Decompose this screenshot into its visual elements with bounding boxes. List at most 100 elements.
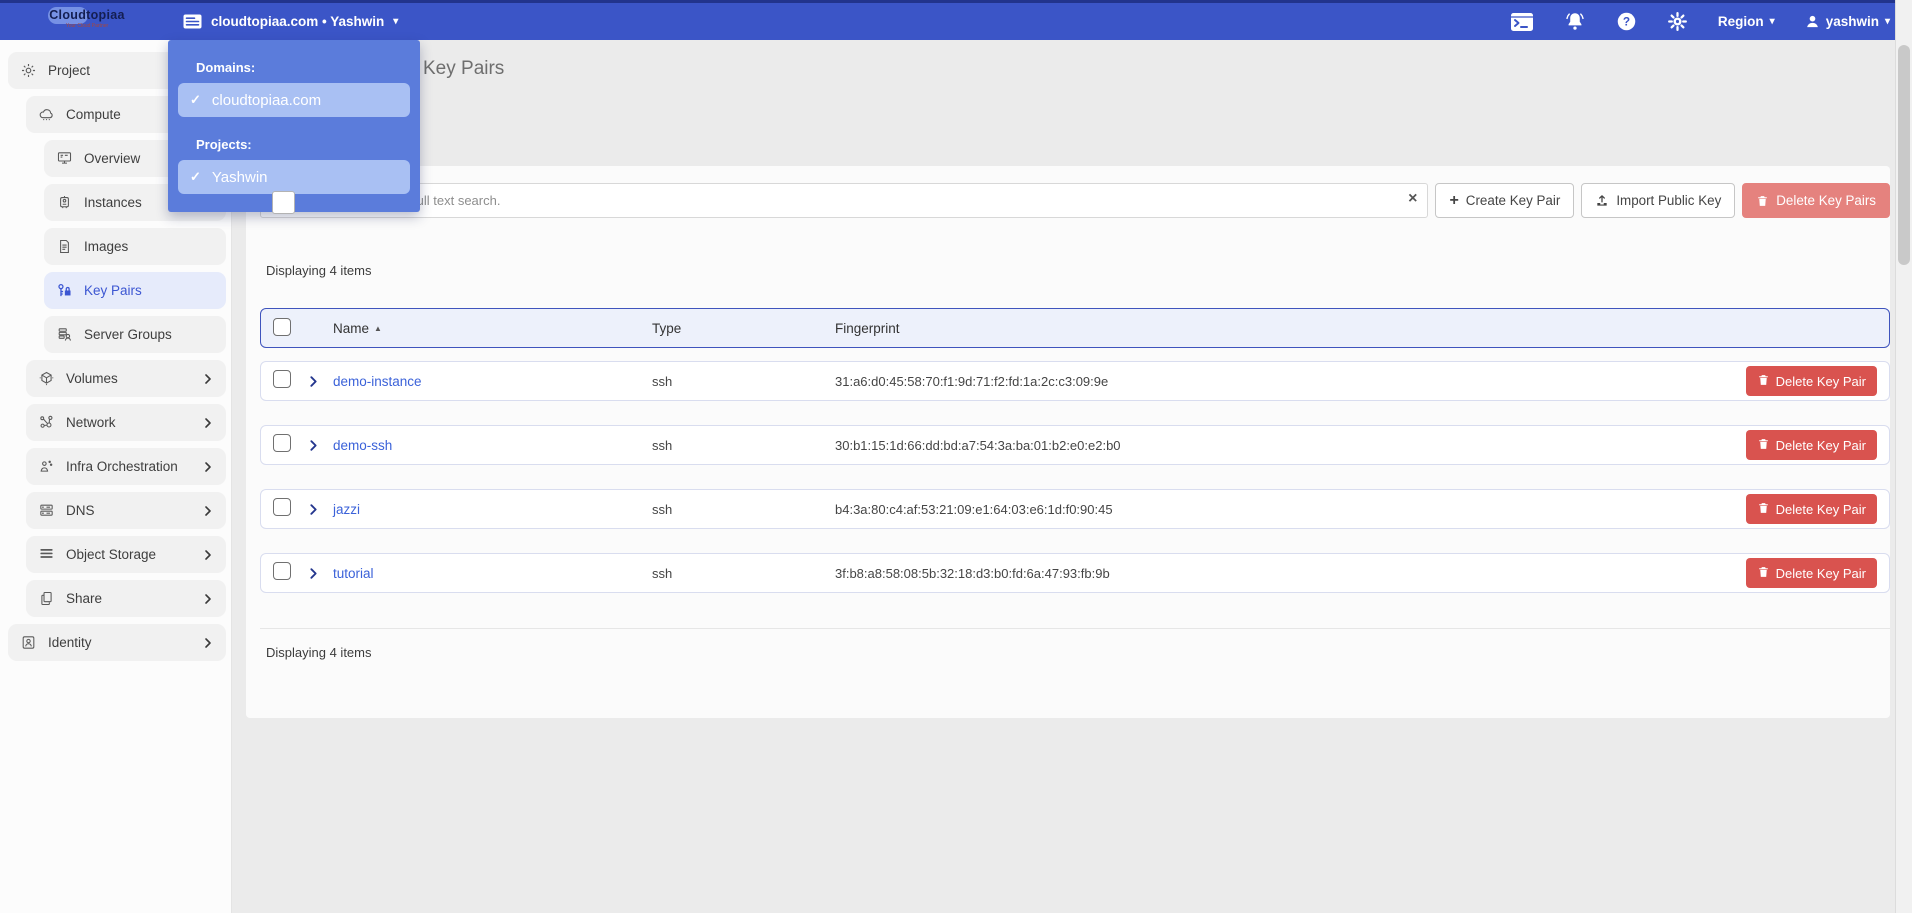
page-title: Key Pairs xyxy=(423,58,504,80)
create-key-pair-button[interactable]: + Create Key Pair xyxy=(1435,183,1574,218)
sidebar-item-dns[interactable]: DNS xyxy=(26,492,226,529)
svg-text:?: ? xyxy=(1623,15,1630,29)
search-input[interactable] xyxy=(261,184,1427,217)
row-checkbox[interactable] xyxy=(273,370,291,388)
keypair-name-link[interactable]: tutorial xyxy=(333,566,652,581)
clear-search-icon[interactable]: × xyxy=(1408,191,1417,207)
check-icon: ✓ xyxy=(190,92,201,108)
logo-text: Cloudtopiaa xyxy=(28,8,146,23)
keypairs-icon xyxy=(56,282,73,299)
sidebar-item-object-storage[interactable]: Object Storage xyxy=(26,536,226,573)
caret-down-icon: ▾ xyxy=(393,17,398,27)
table-row-jazzi: jazzisshb4:3a:80:c4:af:53:21:09:e1:64:03… xyxy=(260,489,1890,529)
chevron-right-icon xyxy=(202,549,214,561)
infra-icon xyxy=(38,458,55,475)
delete-key-pairs-button[interactable]: Delete Key Pairs xyxy=(1742,183,1890,218)
expand-chevron-icon[interactable] xyxy=(307,567,333,580)
sidebar-item-label: Identity xyxy=(48,635,92,650)
share-icon xyxy=(38,590,55,607)
keypair-name-link[interactable]: jazzi xyxy=(333,502,652,517)
region-label: Region xyxy=(1718,14,1764,29)
expand-chevron-icon[interactable] xyxy=(307,503,333,516)
select-all-checkbox[interactable] xyxy=(273,318,291,336)
trash-icon xyxy=(1757,565,1770,582)
row-checkbox[interactable] xyxy=(273,498,291,516)
gear-icon[interactable] xyxy=(1667,11,1688,32)
domain-project-label: cloudtopiaa.com • Yashwin xyxy=(211,14,384,29)
region-menu[interactable]: Region ▾ xyxy=(1718,14,1775,29)
network-icon xyxy=(38,414,55,431)
sidebar-item-images[interactable]: Images xyxy=(44,228,226,265)
sidebar-item-network[interactable]: Network xyxy=(26,404,226,441)
keypair-fingerprint: 31:a6:d0:45:58:70:f1:9d:71:f2:fd:1a:2c:c… xyxy=(835,374,1729,389)
items-count-bottom: Displaying 4 items xyxy=(266,645,1890,660)
check-icon: ✓ xyxy=(190,169,201,185)
search-box: × xyxy=(260,183,1428,218)
expand-chevron-icon[interactable] xyxy=(307,375,333,388)
scrollbar-thumb[interactable] xyxy=(1898,45,1910,265)
toolbar: × + Create Key Pair Import Public Key De… xyxy=(260,183,1890,218)
terminal-icon[interactable] xyxy=(1510,12,1534,32)
keypair-name-link[interactable]: demo-ssh xyxy=(333,438,652,453)
sidebar-item-identity[interactable]: Identity xyxy=(8,624,226,661)
key-pairs-panel: × + Create Key Pair Import Public Key De… xyxy=(246,166,1890,718)
domain-option-cloudtopiaa[interactable]: ✓ cloudtopiaa.com xyxy=(178,83,410,117)
trash-icon xyxy=(1757,501,1770,518)
navbar-right-group: ? Region ▾ yashwin ▾ xyxy=(1510,3,1890,40)
keypair-fingerprint: b4:3a:80:c4:af:53:21:09:e1:64:03:e6:1d:f… xyxy=(835,502,1729,517)
top-navbar: Cloudtopiaa Your Cloud Partner cloudtopi… xyxy=(0,0,1912,40)
vertical-scrollbar[interactable] xyxy=(1895,0,1912,913)
help-icon[interactable]: ? xyxy=(1616,11,1637,32)
chevron-right-icon xyxy=(202,461,214,473)
sidebar-item-label: Project xyxy=(48,63,90,78)
objectstorage-icon xyxy=(38,546,55,563)
caret-down-icon: ▾ xyxy=(1770,17,1775,27)
sidebar-item-server-groups[interactable]: Server Groups xyxy=(44,316,226,353)
table-row-demo-ssh: demo-sshssh30:b1:15:1d:66:dd:bd:a7:54:3a… xyxy=(260,425,1890,465)
chevron-right-icon xyxy=(202,593,214,605)
chevron-right-icon xyxy=(202,505,214,517)
list-panel-icon xyxy=(183,14,202,29)
caret-down-icon: ▾ xyxy=(1885,17,1890,27)
sidebar-item-volumes[interactable]: Volumes xyxy=(26,360,226,397)
projects-label: Projects: xyxy=(196,137,420,152)
servergroups-icon xyxy=(56,326,73,343)
chevron-right-icon xyxy=(202,417,214,429)
import-public-key-button[interactable]: Import Public Key xyxy=(1581,183,1735,218)
row-checkbox[interactable] xyxy=(273,562,291,580)
user-label: yashwin xyxy=(1826,14,1879,29)
sidebar-item-label: Overview xyxy=(84,151,140,166)
column-header-type[interactable]: Type xyxy=(652,321,835,336)
volumes-icon xyxy=(38,370,55,387)
sidebar-item-label: Instances xyxy=(84,195,142,210)
delete-key-pair-button[interactable]: Delete Key Pair xyxy=(1746,430,1877,460)
trash-icon xyxy=(1756,194,1769,208)
delete-key-pair-button[interactable]: Delete Key Pair xyxy=(1746,558,1877,588)
domain-project-switcher[interactable]: cloudtopiaa.com • Yashwin ▾ xyxy=(183,3,398,40)
expand-chevron-icon[interactable] xyxy=(307,439,333,452)
chevron-right-icon xyxy=(202,373,214,385)
column-header-name[interactable]: Name▲ xyxy=(333,321,652,336)
keypair-type: ssh xyxy=(652,374,835,389)
sidebar-item-label: Share xyxy=(66,591,102,606)
search-facet-checkbox[interactable] xyxy=(272,191,295,214)
delete-key-pair-button[interactable]: Delete Key Pair xyxy=(1746,366,1877,396)
sidebar-item-infra-orchestration[interactable]: Infra Orchestration xyxy=(26,448,226,485)
table-row-tutorial: tutorialssh3f:b8:a8:58:08:5b:32:18:d3:b0… xyxy=(260,553,1890,593)
user-menu[interactable]: yashwin ▾ xyxy=(1805,14,1890,29)
keypair-fingerprint: 3f:b8:a8:58:08:5b:32:18:d3:b0:fd:6a:47:9… xyxy=(835,566,1729,581)
sidebar-item-key-pairs[interactable]: Key Pairs xyxy=(44,272,226,309)
keypair-name-link[interactable]: demo-instance xyxy=(333,374,652,389)
delete-key-pair-button[interactable]: Delete Key Pair xyxy=(1746,494,1877,524)
column-header-fingerprint[interactable]: Fingerprint xyxy=(835,321,1729,336)
row-checkbox[interactable] xyxy=(273,434,291,452)
project-option-yashwin[interactable]: ✓ Yashwin xyxy=(178,160,410,194)
keypair-type: ssh xyxy=(652,566,835,581)
bell-icon[interactable] xyxy=(1564,11,1586,33)
sidebar-item-share[interactable]: Share xyxy=(26,580,226,617)
images-icon xyxy=(56,238,73,255)
table-footer-divider xyxy=(260,628,1890,629)
cloudtopiaa-logo[interactable]: Cloudtopiaa Your Cloud Partner xyxy=(28,8,146,29)
user-icon xyxy=(1805,14,1820,29)
sort-asc-icon: ▲ xyxy=(374,324,382,333)
